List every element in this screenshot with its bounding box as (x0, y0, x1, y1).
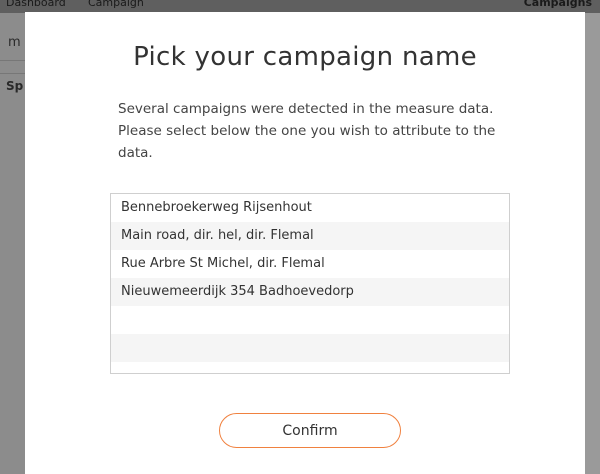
campaign-list[interactable]: Bennebroekerweg Rijsenhout Main road, di… (110, 193, 510, 374)
campaign-option[interactable]: Nieuwemeerdijk 354 Badhoevedorp (111, 278, 509, 306)
background-topbar-text: Campaigns (523, 0, 592, 9)
background-topbar-text: Campaign (88, 0, 144, 9)
background-right-panel (585, 13, 600, 474)
empty-list-row (111, 334, 509, 362)
divider (0, 73, 25, 74)
background-topbar-text: Dashboard (6, 0, 66, 9)
campaign-option[interactable]: Bennebroekerweg Rijsenhout (111, 194, 509, 222)
dialog-description: Several campaigns were detected in the m… (118, 101, 496, 161)
background-left-label: Sp (6, 79, 24, 93)
background-left-letter: m (8, 35, 21, 50)
divider (0, 60, 25, 61)
campaign-picker-dialog: Pick your campaign name Several campaign… (25, 12, 585, 474)
campaign-option[interactable]: Rue Arbre St Michel, dir. Flemal (111, 250, 509, 278)
dialog-title: Pick your campaign name (133, 42, 477, 72)
background-left-panel: m Sp (0, 13, 26, 474)
campaign-option[interactable]: Main road, dir. hel, dir. Flemal (111, 222, 509, 250)
confirm-button[interactable]: Confirm (219, 413, 401, 448)
empty-list-row (111, 306, 509, 334)
